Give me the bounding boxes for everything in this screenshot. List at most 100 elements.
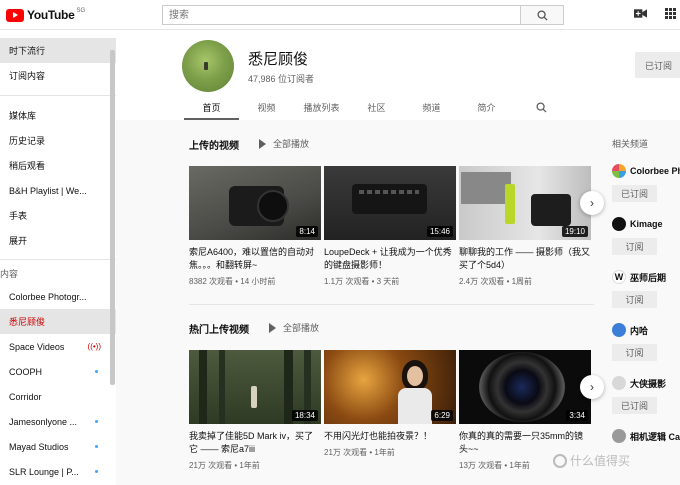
video-title[interactable]: LoupeDeck + 让我成为一个优秀的键盘摄影师！ [324, 246, 456, 272]
channel-avatar[interactable] [612, 217, 626, 231]
play-all-button[interactable]: 全部播放 [269, 321, 319, 334]
video-thumbnail[interactable]: 19:10 [459, 166, 591, 240]
channel-avatar[interactable] [612, 376, 626, 390]
sidebar-channel-colorbee[interactable]: Colorbee Photogr... [0, 284, 116, 309]
channel-avatar[interactable] [182, 40, 234, 92]
video-title[interactable]: 索尼A6400，难以置信的自动对焦。。。和翻转屏~ [189, 246, 321, 272]
play-all-label: 全部播放 [273, 139, 310, 149]
top-icons [634, 8, 680, 19]
channel-avatar[interactable] [612, 429, 626, 443]
youtube-logo[interactable]: YouTube SG [6, 8, 85, 22]
video-thumbnail[interactable]: 3:34 [459, 350, 591, 424]
section-title-uploads[interactable]: 上传的视频 [189, 137, 239, 152]
related-channel: Colorbee Pho 已订阅 [612, 163, 680, 202]
sidebar-item-label: 历史记录 [9, 136, 46, 146]
video-title[interactable]: 我卖掉了佳能5D Mark iv，买了它 —— 索尼a7iii [189, 430, 321, 456]
video-title[interactable]: 不用闪光灯也能拍夜景？！ [324, 430, 456, 443]
search-button[interactable] [520, 5, 564, 25]
tab-community[interactable]: 社区 [349, 94, 404, 120]
sidebar-item-history[interactable]: 历史记录 [0, 128, 116, 153]
related-channel-name[interactable]: Colorbee Pho [630, 166, 680, 176]
sidebar-channel-space-videos[interactable]: Space Videos ((•)) [0, 334, 116, 359]
related-channel-name[interactable]: 巫师后期 [630, 271, 666, 284]
related-channel: Kimage 订阅 [612, 216, 680, 255]
sidebar-item-label: Mayad Studios [9, 441, 69, 452]
sidebar-scrollbar[interactable] [110, 50, 115, 385]
sidebar-channel-jamesonlyone[interactable]: Jamesonlyone ... [0, 409, 116, 434]
sidebar-item-subscriptions[interactable]: 订阅内容 [0, 63, 116, 88]
apps-grid-icon[interactable] [665, 8, 676, 19]
logo-region: SG [76, 8, 86, 14]
video-card[interactable]: 18:34 我卖掉了佳能5D Mark iv，买了它 —— 索尼a7iii 21… [189, 350, 321, 471]
video-thumbnail[interactable]: 8:14 [189, 166, 321, 240]
video-card[interactable]: 19:10 聊聊我的工作 —— 摄影师（我又买了个5d4） 2.4万 次观看 •… [459, 166, 591, 287]
tab-search[interactable] [514, 94, 569, 120]
top-bar: YouTube SG [0, 0, 680, 30]
section-title-popular[interactable]: 热门上传视频 [189, 321, 249, 336]
search-bar [162, 5, 564, 25]
related-channel-name[interactable]: Kimage [630, 219, 663, 229]
related-channel: 大侠摄影 已订阅 [612, 375, 680, 414]
sidebar-channel-current[interactable]: 悉尼顾俊 [0, 309, 116, 334]
carousel-next-button[interactable]: › [580, 191, 604, 215]
sidebar-channel-mayad[interactable]: Mayad Studios [0, 434, 116, 459]
subscribed-button[interactable]: 已订阅 [612, 397, 657, 414]
subscribe-button[interactable]: 订阅 [612, 291, 657, 308]
sidebar-item-trending[interactable]: 时下流行 [0, 38, 116, 63]
carousel-next-button[interactable]: › [580, 375, 604, 399]
sidebar-item-label: Jamesonlyone ... [9, 416, 78, 427]
sidebar-divider [0, 259, 116, 260]
search-input[interactable] [162, 5, 520, 25]
subscribe-button[interactable]: 订阅 [612, 344, 657, 361]
create-video-icon[interactable] [634, 8, 647, 19]
new-content-dot [95, 420, 98, 423]
related-channel: 相机逻辑 Car [612, 428, 680, 444]
sidebar-item-label: 媒体库 [9, 111, 37, 121]
channel-avatar[interactable] [612, 323, 626, 337]
sidebar-channel-slr-lounge[interactable]: SLR Lounge | P... [0, 459, 116, 484]
subscribe-button[interactable]: 订阅 [612, 238, 657, 255]
play-all-button[interactable]: 全部播放 [259, 137, 309, 150]
video-title[interactable]: 聊聊我的工作 —— 摄影师（我又买了个5d4） [459, 246, 591, 272]
video-card[interactable]: 8:14 索尼A6400，难以置信的自动对焦。。。和翻转屏~ 8382 次观看 … [189, 166, 321, 287]
channel-avatar[interactable]: W [612, 270, 626, 284]
duration-badge: 8:14 [296, 226, 318, 237]
tab-about[interactable]: 简介 [459, 94, 514, 120]
sidebar-item-playlist[interactable]: B&H Playlist | We... [0, 178, 116, 203]
duration-badge: 19:10 [561, 226, 588, 237]
chevron-right-icon: › [590, 380, 594, 394]
subscribed-button[interactable]: 已订阅 [635, 52, 680, 78]
search-icon [536, 9, 548, 21]
sidebar-item-watches[interactable]: 手表 [0, 203, 116, 228]
sidebar-channel-cooph[interactable]: COOPH [0, 359, 116, 384]
video-meta: 2.4万 次观看 • 1周前 [459, 277, 533, 286]
video-thumbnail[interactable]: 18:34 [189, 350, 321, 424]
video-card[interactable]: 15:46 LoupeDeck + 让我成为一个优秀的键盘摄影师！ 1.1万 次… [324, 166, 456, 287]
sidebar-channel-corridor[interactable]: Corridor [0, 384, 116, 409]
sidebar-item-library[interactable]: 媒体库 [0, 103, 116, 128]
video-thumbnail[interactable]: 6:29 [324, 350, 456, 424]
subscriptions-heading: 内容 [0, 268, 19, 279]
tab-channels[interactable]: 频道 [404, 94, 459, 120]
tab-videos[interactable]: 视频 [239, 94, 294, 120]
sidebar-item-label: 手表 [9, 211, 28, 221]
sidebar-item-watch-later[interactable]: 稍后观看 [0, 153, 116, 178]
live-icon: ((•)) [87, 342, 101, 351]
related-channel-name[interactable]: 相机逻辑 Car [630, 430, 680, 443]
play-icon [269, 322, 276, 333]
related-channel: 内哈 订阅 [612, 322, 680, 361]
video-card[interactable]: 6:29 不用闪光灯也能拍夜景？！ 21万 次观看 • 1年前 [324, 350, 456, 458]
tab-home[interactable]: 首页 [184, 94, 239, 120]
new-content-dot [95, 370, 98, 373]
subscribed-button[interactable]: 已订阅 [612, 185, 657, 202]
related-channel-name[interactable]: 大侠摄影 [630, 377, 666, 390]
channel-avatar[interactable] [612, 164, 626, 178]
related-channels-title: 相关频道 [612, 139, 649, 149]
sidebar-item-expand[interactable]: 展开 [0, 228, 116, 253]
sidebar-item-label: 时下流行 [9, 46, 46, 56]
related-channel-name[interactable]: 内哈 [630, 324, 648, 337]
channel-name: 悉尼顾俊 [248, 51, 309, 68]
video-thumbnail[interactable]: 15:46 [324, 166, 456, 240]
sidebar-item-label: 展开 [9, 236, 28, 246]
tab-playlists[interactable]: 播放列表 [294, 94, 349, 120]
